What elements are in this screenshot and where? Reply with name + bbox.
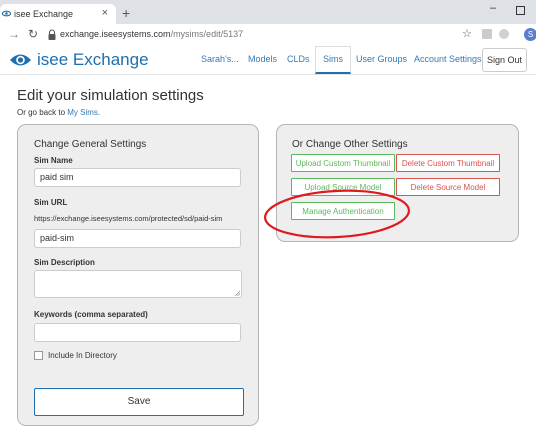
bookmark-star-icon[interactable]: ☆ xyxy=(462,27,472,40)
general-settings-title: Change General Settings xyxy=(34,139,147,150)
browser-tab-strip: isee Exchange × + – xyxy=(0,0,536,24)
general-settings-panel: Change General Settings Sim Name paid si… xyxy=(17,124,259,426)
url-host: exchange.iseesystems.com xyxy=(60,29,171,39)
annotation-ellipse xyxy=(263,189,411,239)
nav-sims[interactable]: Sims xyxy=(315,46,351,74)
nav-clds[interactable]: CLDs xyxy=(287,46,310,72)
nav-sarahs[interactable]: Sarah's... xyxy=(201,46,239,72)
logo-text: isee Exchange xyxy=(37,50,149,69)
sim-name-label: Sim Name xyxy=(34,156,73,165)
include-directory-label: Include In Directory xyxy=(48,351,117,360)
site-header: isee Exchange Sarah's... Models CLDs Sim… xyxy=(0,46,536,75)
reload-icon[interactable]: ↻ xyxy=(28,27,38,41)
new-tab-icon[interactable]: + xyxy=(122,5,130,21)
include-directory-checkbox[interactable] xyxy=(34,351,43,360)
go-back-text: Or go back to My Sims. xyxy=(17,108,100,117)
extension-circle-icon[interactable] xyxy=(499,29,509,39)
browser-tab[interactable]: isee Exchange × xyxy=(0,4,116,24)
my-sims-link[interactable]: My Sims xyxy=(67,108,98,117)
other-settings-title: Or Change Other Settings xyxy=(292,139,408,150)
include-directory-row: Include In Directory xyxy=(34,351,117,360)
tab-title: isee Exchange xyxy=(14,9,74,19)
sim-description-textarea[interactable] xyxy=(34,270,242,298)
sim-url-input[interactable]: paid-sim xyxy=(34,229,241,248)
sign-out-button[interactable]: Sign Out xyxy=(482,48,527,72)
go-back-suffix: . xyxy=(97,108,101,117)
extension-icon[interactable] xyxy=(482,29,492,39)
resize-handle-icon[interactable] xyxy=(234,290,240,296)
logo[interactable]: isee Exchange xyxy=(9,47,149,73)
sim-description-label: Sim Description xyxy=(34,258,95,267)
sim-url-prefix: https://exchange.iseesystems.com/protect… xyxy=(34,214,223,223)
isee-favicon-icon xyxy=(2,10,11,17)
sim-name-input[interactable]: paid sim xyxy=(34,168,241,187)
maximize-window-icon[interactable] xyxy=(516,6,525,15)
nav-account-settings[interactable]: Account Settings xyxy=(414,46,482,72)
close-tab-icon[interactable]: × xyxy=(102,7,108,19)
keywords-label: Keywords (comma separated) xyxy=(34,310,148,319)
nav-user-groups[interactable]: User Groups xyxy=(356,46,407,72)
url-path: /mysims/edit/5137 xyxy=(170,29,244,39)
keywords-input[interactable] xyxy=(34,323,241,342)
nav-models[interactable]: Models xyxy=(248,46,277,72)
upload-thumbnail-button[interactable]: Upload Custom Thumbnail xyxy=(291,154,395,172)
page-title: Edit your simulation settings xyxy=(17,87,204,104)
lock-icon xyxy=(48,29,56,40)
url-field[interactable]: exchange.iseesystems.com/mysims/edit/513… xyxy=(60,29,243,39)
minimize-window-icon[interactable]: – xyxy=(490,2,496,14)
eye-logo-icon xyxy=(10,54,31,66)
profile-avatar[interactable]: S xyxy=(524,28,536,41)
back-arrow-icon[interactable]: → xyxy=(8,27,20,41)
address-bar: → ↻ exchange.iseesystems.com/mysims/edit… xyxy=(0,24,536,47)
sim-url-label: Sim URL xyxy=(34,198,68,207)
delete-thumbnail-button[interactable]: Delete Custom Thumbnail xyxy=(396,154,500,172)
go-back-prefix: Or go back to xyxy=(17,108,68,117)
